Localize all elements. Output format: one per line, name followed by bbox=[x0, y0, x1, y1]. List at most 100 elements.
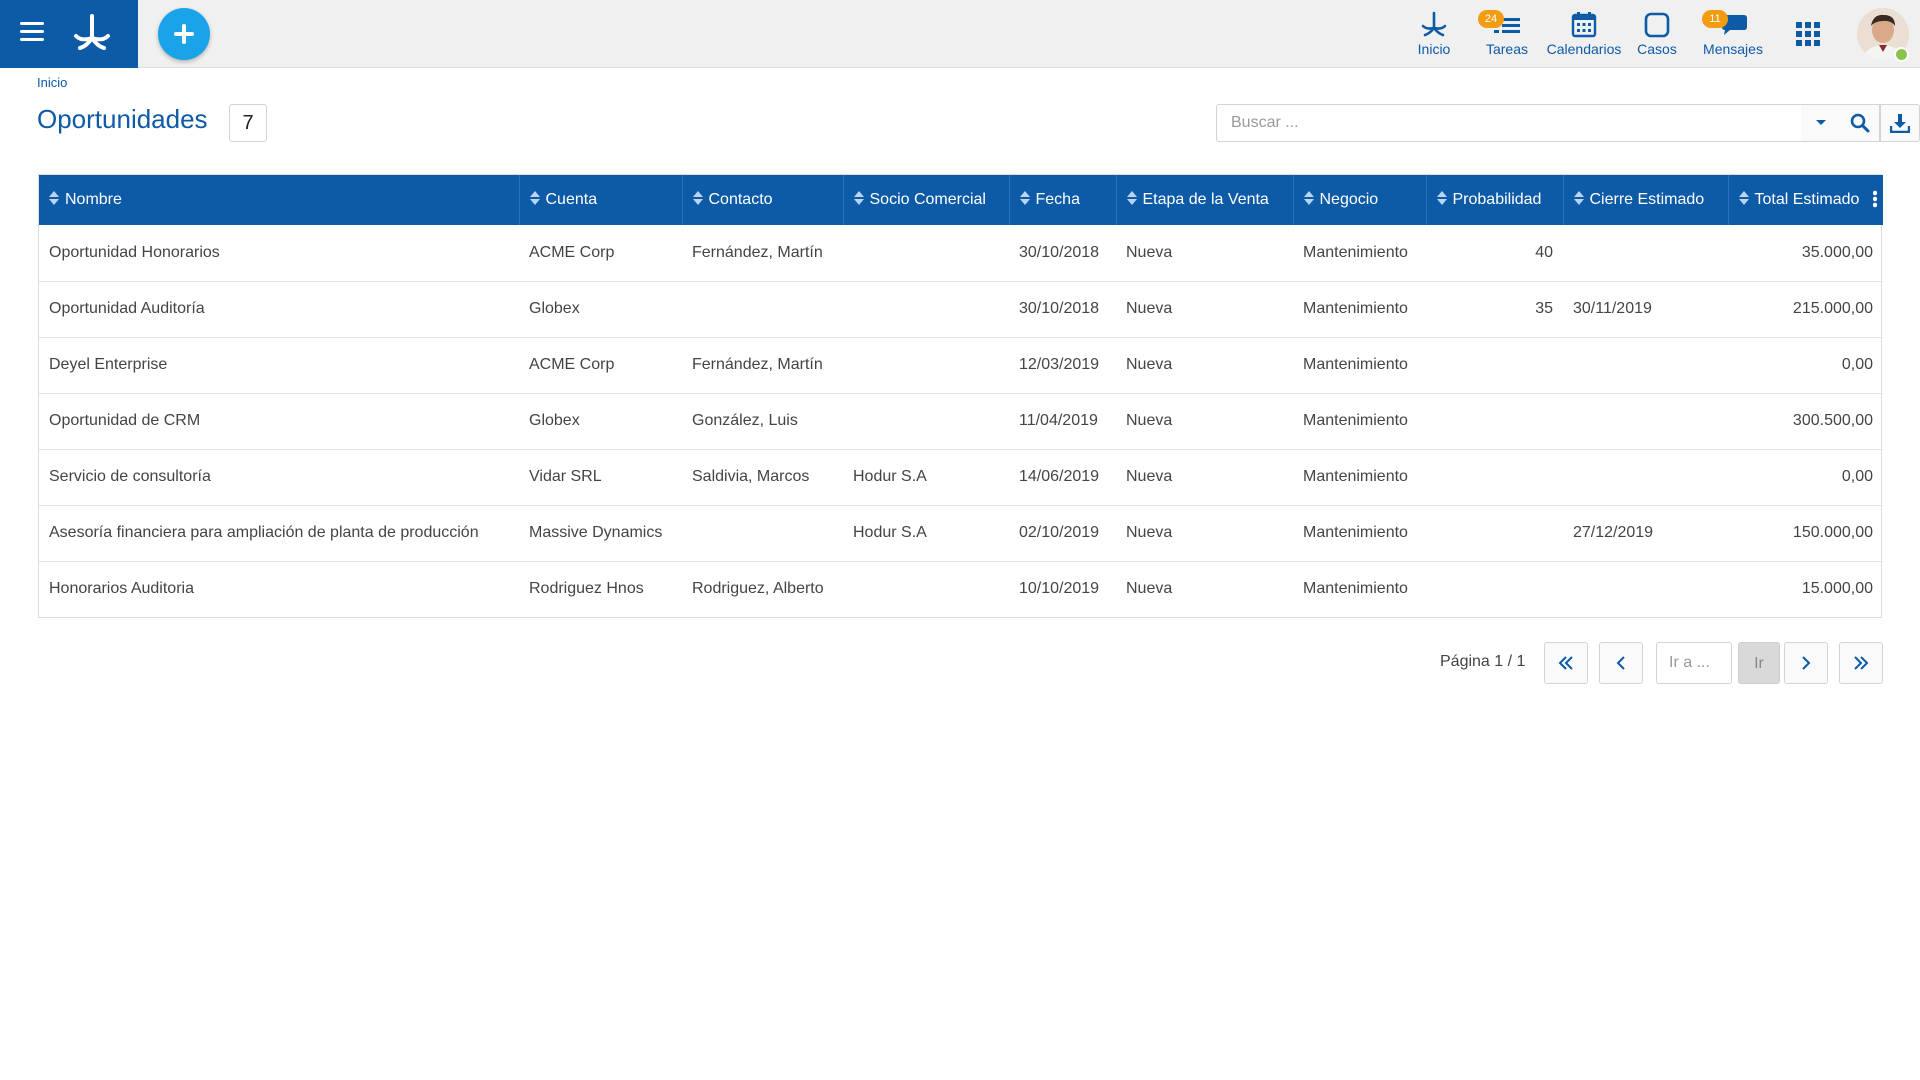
chevron-left-icon bbox=[1616, 656, 1625, 670]
double-chevron-right-icon bbox=[1854, 656, 1869, 670]
first-page-button[interactable] bbox=[1544, 642, 1588, 684]
table-row[interactable]: Oportunidad de CRM Globex González, Luis 11… bbox=[39, 393, 1883, 449]
table-cell: 27/12/2019 bbox=[1573, 524, 1654, 541]
table-cell bbox=[843, 281, 1009, 337]
table-cell bbox=[1426, 449, 1563, 505]
sort-icon bbox=[1573, 191, 1584, 205]
column-header-total-estimado[interactable]: Total Estimado bbox=[1728, 175, 1883, 225]
column-header-contacto[interactable]: Contacto bbox=[682, 175, 844, 225]
column-label: Nombre bbox=[65, 191, 122, 208]
table-cell: 02/10/2019 bbox=[1019, 524, 1100, 541]
table-cell: Hodur S.A bbox=[853, 524, 927, 541]
nav-casos[interactable]: Casos bbox=[1632, 8, 1682, 60]
chevron-right-icon bbox=[1802, 656, 1811, 670]
nav-inicio[interactable]: Inicio bbox=[1406, 8, 1462, 60]
table-row[interactable]: Servicio de consultoría Vidar SRL Saldivia… bbox=[39, 449, 1883, 505]
download-button[interactable] bbox=[1880, 104, 1920, 142]
table-cell: Servicio de consultoría bbox=[49, 468, 211, 485]
table-cell: Mantenimiento bbox=[1303, 243, 1408, 261]
table-cell: 12/03/2019 bbox=[1019, 356, 1100, 373]
table-cell bbox=[1563, 337, 1728, 393]
column-header-socio-comercial[interactable]: Socio Comercial bbox=[843, 175, 1010, 225]
sort-icon bbox=[49, 191, 59, 205]
column-label: Negocio bbox=[1319, 191, 1379, 208]
online-status-icon bbox=[1894, 47, 1909, 62]
messages-badge: 11 bbox=[1702, 10, 1728, 28]
sort-icon bbox=[1303, 191, 1314, 205]
page-indicator: Página 1 / 1 bbox=[1440, 653, 1526, 670]
table-row[interactable]: Deyel Enterprise ACME Corp Fernández, Mart… bbox=[39, 337, 1883, 393]
table-cell bbox=[843, 337, 1009, 393]
apps-grid-icon[interactable] bbox=[1796, 22, 1820, 46]
table-cell: ACME Corp bbox=[529, 243, 615, 261]
goto-page-input[interactable] bbox=[1656, 642, 1732, 684]
add-button[interactable] bbox=[158, 8, 210, 60]
nav-calendarios[interactable]: Calendarios bbox=[1544, 8, 1624, 60]
table-cell bbox=[682, 281, 843, 337]
table-cell: Deyel Enterprise bbox=[49, 356, 168, 373]
table-cell: Globex bbox=[529, 412, 580, 429]
table-cell: Nueva bbox=[1126, 468, 1173, 485]
table-cell: Rodriguez, Alberto bbox=[692, 580, 824, 598]
menu-icon[interactable] bbox=[20, 22, 44, 42]
table-body: Oportunidad Honorarios ACME Corp Fernández… bbox=[39, 225, 1883, 617]
deyel-logo-icon[interactable] bbox=[70, 10, 114, 54]
search-dropdown-button[interactable] bbox=[1801, 104, 1841, 142]
search-input[interactable] bbox=[1216, 104, 1802, 142]
table-row[interactable]: Asesoría financiera para ampliación de p… bbox=[39, 505, 1883, 561]
nav-tareas[interactable]: 24 Tareas bbox=[1478, 8, 1536, 60]
table-cell: 0,00 bbox=[1841, 468, 1873, 485]
sort-icon bbox=[692, 191, 703, 205]
sort-icon bbox=[529, 191, 540, 205]
table-cell bbox=[1426, 505, 1563, 561]
table-cell: 15.000,00 bbox=[1801, 580, 1873, 598]
double-chevron-left-icon bbox=[1558, 656, 1573, 670]
nav-label: Inicio bbox=[1417, 41, 1451, 57]
column-header-fecha[interactable]: Fecha bbox=[1009, 175, 1117, 225]
table-row[interactable]: Oportunidad Auditoría Globex 30/10/2018 Nue… bbox=[39, 281, 1883, 337]
column-header-cierre-estimado[interactable]: Cierre Estimado bbox=[1563, 175, 1729, 225]
table-cell bbox=[1426, 393, 1563, 449]
column-options-icon[interactable] bbox=[1873, 190, 1877, 208]
column-header-nombre[interactable]: Nombre bbox=[39, 175, 520, 225]
column-header-cuenta[interactable]: Cuenta bbox=[519, 175, 683, 225]
table-cell: Oportunidad Honorarios bbox=[49, 243, 220, 261]
record-count-badge: 7 bbox=[229, 104, 267, 142]
column-label: Etapa de la Venta bbox=[1142, 191, 1269, 208]
table-cell bbox=[1563, 225, 1728, 281]
table-cell: Mantenimiento bbox=[1303, 580, 1408, 598]
table-cell: Globex bbox=[529, 300, 580, 317]
column-header-etapa-venta[interactable]: Etapa de la Venta bbox=[1116, 175, 1294, 225]
column-header-negocio[interactable]: Negocio bbox=[1293, 175, 1427, 225]
column-header-probabilidad[interactable]: Probabilidad bbox=[1426, 175, 1564, 225]
table-row[interactable]: Honorarios Auditoria Rodriguez Hnos Rodrig… bbox=[39, 561, 1883, 617]
breadcrumb[interactable]: Inicio bbox=[37, 75, 67, 90]
table-cell: Mantenimiento bbox=[1303, 300, 1408, 317]
page-title: Oportunidades bbox=[37, 104, 208, 134]
table-cell: 35.000,00 bbox=[1801, 243, 1873, 261]
last-page-button[interactable] bbox=[1839, 642, 1883, 684]
cases-icon bbox=[1644, 12, 1670, 38]
table-cell: Nueva bbox=[1126, 243, 1173, 261]
table-cell: Mantenimiento bbox=[1303, 356, 1408, 373]
table-header-row: Nombre Cuenta Contacto Socio Comercial F… bbox=[39, 175, 1883, 225]
search-icon bbox=[1850, 113, 1869, 133]
go-button[interactable]: Ir bbox=[1738, 642, 1780, 684]
download-icon bbox=[1890, 114, 1910, 133]
sort-icon bbox=[1436, 191, 1447, 205]
top-bar: Inicio 24 Tareas Calendarios Casos 11 Me… bbox=[0, 0, 1920, 68]
table-cell bbox=[1563, 561, 1728, 617]
table-cell bbox=[843, 393, 1009, 449]
next-page-button[interactable] bbox=[1784, 642, 1828, 684]
previous-page-button[interactable] bbox=[1599, 642, 1643, 684]
table-cell: Nueva bbox=[1126, 412, 1173, 429]
table-cell: Mantenimiento bbox=[1303, 524, 1408, 541]
search-button[interactable] bbox=[1840, 104, 1880, 142]
nav-mensajes[interactable]: 11 Mensajes bbox=[1698, 8, 1768, 60]
table-cell: Fernández, Martín bbox=[692, 356, 823, 373]
sort-icon bbox=[853, 191, 864, 205]
table-cell bbox=[682, 505, 843, 561]
table-row[interactable]: Oportunidad Honorarios ACME Corp Fernández… bbox=[39, 225, 1883, 281]
column-label: Socio Comercial bbox=[869, 191, 986, 208]
table-cell: Asesoría financiera para ampliación de p… bbox=[49, 524, 479, 541]
